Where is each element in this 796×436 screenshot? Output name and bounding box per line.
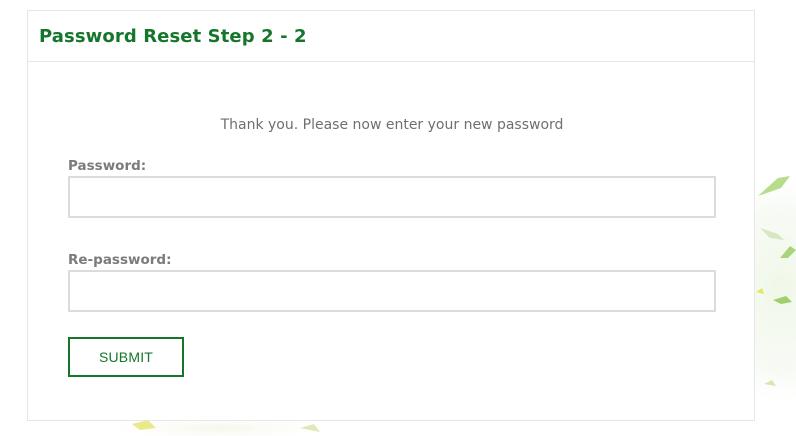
leaf-icon — [132, 420, 156, 430]
repassword-label: Re-password: — [68, 252, 172, 268]
leaf-icon — [773, 296, 792, 304]
password-input[interactable] — [68, 176, 716, 218]
password-reset-card: Password Reset Step 2 - 2 Thank you. Ple… — [27, 10, 755, 421]
submit-button[interactable]: SUBMIT — [68, 337, 184, 377]
leaf-icon — [300, 424, 320, 432]
password-label: Password: — [68, 158, 147, 174]
page-title: Password Reset Step 2 - 2 — [39, 25, 307, 47]
card-header: Password Reset Step 2 - 2 — [28, 11, 754, 62]
instruction-text: Thank you. Please now enter your new pas… — [220, 117, 564, 133]
leaf-icon — [756, 288, 764, 294]
leaf-icon — [758, 176, 790, 196]
leaf-icon — [780, 246, 796, 258]
repassword-input[interactable] — [68, 270, 716, 312]
leaf-icon — [760, 228, 784, 240]
leaf-icon — [764, 380, 776, 386]
